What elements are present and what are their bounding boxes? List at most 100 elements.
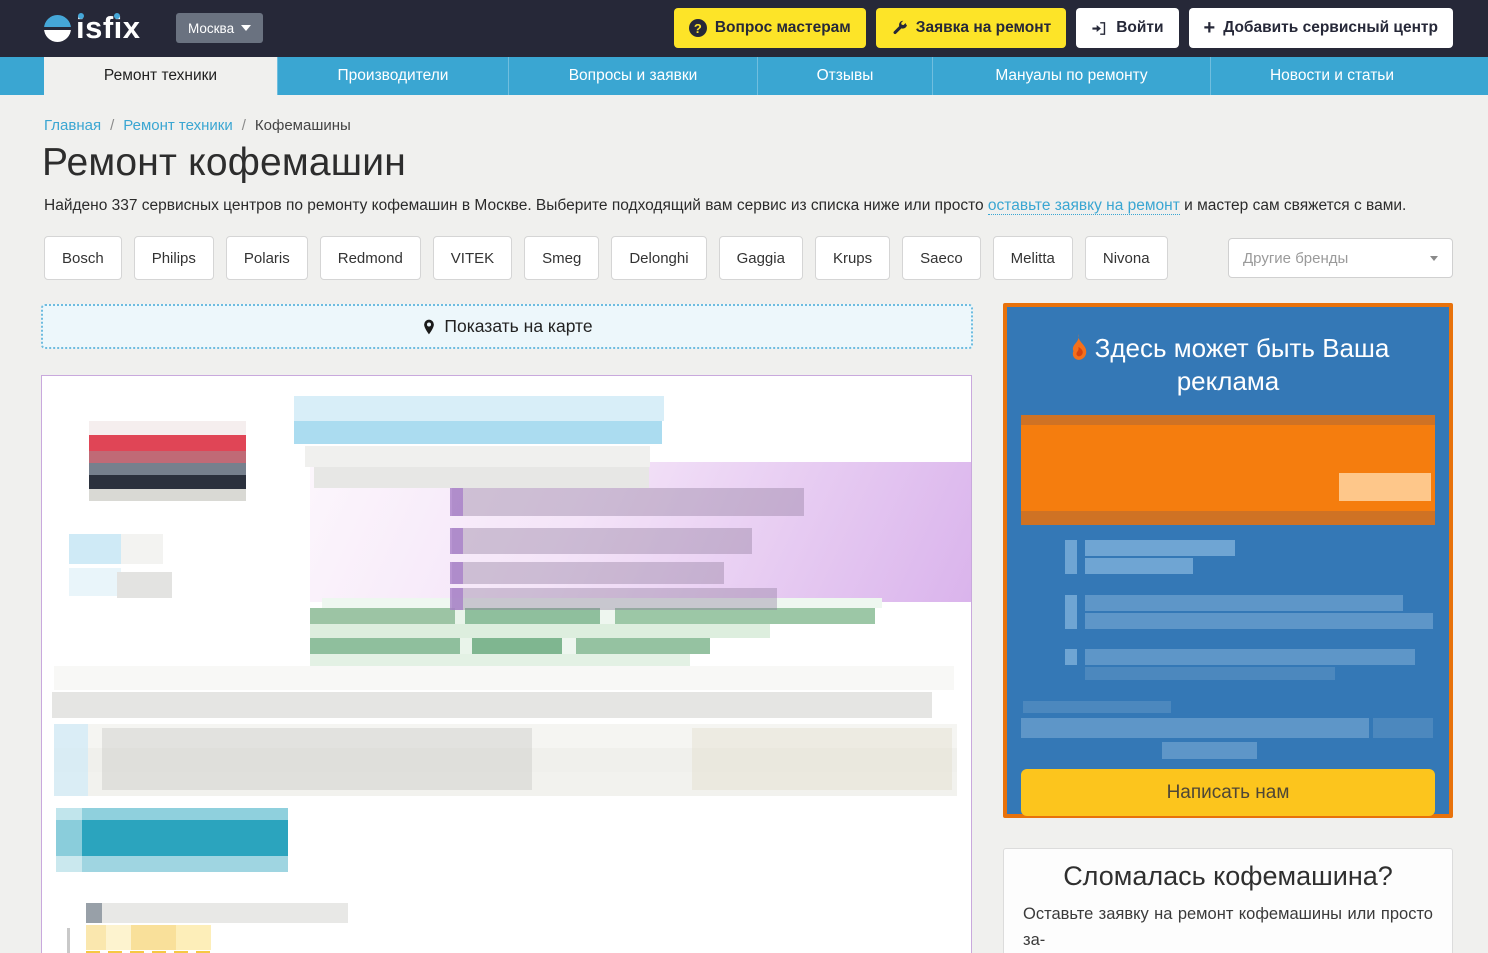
brand-button-bosch[interactable]: Bosch: [44, 236, 122, 280]
blurred-badge: [69, 534, 121, 564]
brand-button-smeg[interactable]: Smeg: [524, 236, 599, 280]
breadcrumb-home[interactable]: Главная: [44, 117, 101, 134]
blurred-action-block: [56, 808, 288, 872]
top-header: isfix Москва ? Вопрос мастерам Заявка на…: [0, 0, 1488, 57]
breadcrumb-repair[interactable]: Ремонт техники: [123, 117, 232, 134]
logo[interactable]: isfix: [44, 10, 141, 46]
brand-button-saeco[interactable]: Saeco: [902, 236, 981, 280]
flame-icon: [1067, 334, 1089, 360]
logo-icon: [44, 15, 71, 42]
blurred-list-row: [452, 488, 804, 516]
blurred-ad-line: [1085, 540, 1235, 556]
brand-button-krups[interactable]: Krups: [815, 236, 890, 280]
tab-questions[interactable]: Вопросы и заявки: [508, 57, 757, 95]
blurred-divider: [67, 928, 70, 953]
blurred-bullet: [1065, 595, 1077, 629]
blurred-bullet: [1065, 649, 1077, 665]
blurred-ad-line: [1085, 595, 1403, 611]
breadcrumb-separator: /: [242, 117, 246, 134]
blurred-badge: [117, 572, 172, 598]
blurred-badge: [69, 568, 121, 596]
blurred-wide-row: [52, 692, 932, 718]
blurred-list-row: [452, 562, 724, 584]
show-on-map-button[interactable]: Показать на карте: [41, 304, 973, 349]
city-selector[interactable]: Москва: [176, 13, 263, 43]
logo-text: isfix: [76, 10, 141, 46]
page-title: Ремонт кофемашин: [42, 141, 406, 185]
write-to-us-button[interactable]: Написать нам: [1021, 769, 1435, 816]
tab-manufacturers[interactable]: Производители: [277, 57, 508, 95]
brand-button-gaggia[interactable]: Gaggia: [719, 236, 803, 280]
ad-title: Здесь может быть Ваша реклама: [1007, 332, 1449, 397]
nav-spacer: [0, 57, 44, 95]
chevron-down-icon: [1430, 256, 1438, 261]
intro-after: и мастер сам свяжется с вами.: [1180, 197, 1407, 214]
tab-repair[interactable]: Ремонт техники: [44, 57, 277, 95]
brand-button-vitek[interactable]: VITEK: [433, 236, 512, 280]
login-icon: [1091, 20, 1108, 37]
leave-request-link[interactable]: оставьте заявку на ремонт: [988, 197, 1180, 215]
logo-dot-icon: [78, 13, 84, 19]
ask-masters-button[interactable]: ? Вопрос мастерам: [674, 8, 866, 48]
blurred-title-line: [294, 421, 662, 444]
add-service-center-button[interactable]: + Добавить сервисный центр: [1189, 8, 1453, 48]
blurred-ad-line: [1085, 649, 1415, 665]
breadcrumb-current: Кофемашины: [255, 117, 351, 134]
service-listing-card[interactable]: [41, 375, 972, 953]
blurred-ad-line: [1085, 667, 1335, 680]
wrench-icon: [891, 20, 908, 37]
blurred-rating-stars: [86, 925, 211, 950]
brand-button-polaris[interactable]: Polaris: [226, 236, 308, 280]
blurred-text-line: [314, 467, 649, 488]
blurred-ad-line: [1085, 613, 1433, 629]
blurred-ad-line: [1085, 558, 1193, 574]
brand-button-nivona[interactable]: Nivona: [1085, 236, 1168, 280]
ad-title-text: Здесь может быть Ваша реклама: [1095, 333, 1390, 396]
tab-reviews[interactable]: Отзывы: [757, 57, 932, 95]
city-label: Москва: [188, 21, 234, 36]
blurred-description-segment: [102, 728, 532, 790]
other-brands-label: Другие бренды: [1243, 250, 1348, 267]
brand-button-philips[interactable]: Philips: [134, 236, 214, 280]
login-button[interactable]: Войти: [1076, 8, 1178, 48]
blurred-green-row: [310, 608, 875, 624]
blurred-bullet: [1065, 540, 1077, 574]
blurred-ad-line: [1021, 718, 1369, 738]
blurred-text-line: [86, 903, 348, 923]
logo-dot-icon: [114, 13, 120, 19]
show-on-map-label: Показать на карте: [444, 316, 592, 337]
intro-before: Найдено 337 сервисных центров по ремонту…: [44, 197, 988, 214]
widget-text: Оставьте заявку на ремонт кофемашины или…: [1023, 902, 1433, 953]
ask-masters-label: Вопрос мастерам: [715, 19, 851, 37]
repair-request-button[interactable]: Заявка на ремонт: [876, 8, 1066, 48]
blurred-ad-banner: [1021, 415, 1435, 525]
blurred-text-line: [305, 446, 650, 467]
chevron-down-icon: [241, 25, 251, 31]
blurred-ad-line: [1373, 718, 1433, 738]
login-label: Войти: [1116, 19, 1163, 37]
blurred-green-row: [310, 624, 770, 638]
header-actions: ? Вопрос мастерам Заявка на ремонт Войти…: [674, 8, 1453, 48]
blurred-list-row: [452, 588, 777, 610]
intro-text: Найдено 337 сервисных центров по ремонту…: [44, 197, 1444, 215]
blurred-ad-line: [1162, 742, 1257, 759]
blurred-green-row: [310, 638, 710, 654]
blurred-ad-line: [1023, 701, 1171, 713]
blurred-list-row: [452, 528, 752, 554]
blurred-badge: [121, 534, 163, 564]
brand-button-delonghi[interactable]: Delonghi: [611, 236, 706, 280]
other-brands-dropdown[interactable]: Другие бренды: [1228, 238, 1453, 278]
main-nav: Ремонт техники Производители Вопросы и з…: [0, 57, 1488, 95]
request-widget: Сломалась кофемашина? Оставьте заявку на…: [1003, 848, 1453, 953]
nav-spacer: [1453, 57, 1488, 95]
breadcrumb: Главная / Ремонт техники / Кофемашины: [44, 117, 351, 134]
tab-manuals[interactable]: Мануалы по ремонту: [932, 57, 1210, 95]
blurred-wide-row: [54, 666, 954, 690]
brand-button-melitta[interactable]: Melitta: [993, 236, 1073, 280]
ad-box: Здесь может быть Ваша реклама Написать н…: [1003, 303, 1453, 818]
blurred-title-line: [294, 396, 664, 421]
repair-request-label: Заявка на ремонт: [916, 19, 1051, 37]
brand-button-redmond[interactable]: Redmond: [320, 236, 421, 280]
blurred-company-logo: [89, 421, 246, 501]
tab-news[interactable]: Новости и статьи: [1210, 57, 1453, 95]
